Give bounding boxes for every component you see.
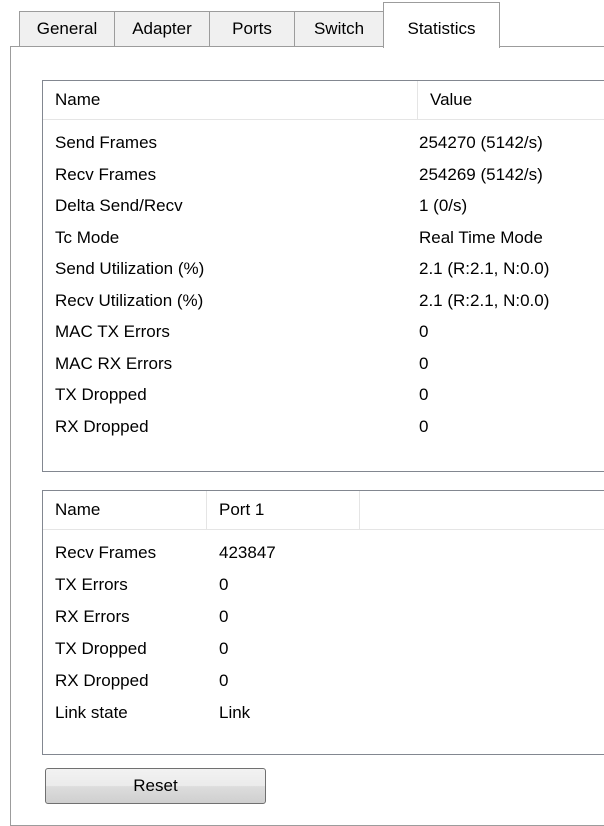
tab-general[interactable]: General <box>19 11 115 46</box>
table-row[interactable]: MAC RX Errors 0 <box>43 349 604 379</box>
tab-label: General <box>36 19 98 38</box>
tab-ports[interactable]: Ports <box>209 11 295 46</box>
row-value: 2.1 (R:2.1, N:0.0) <box>419 290 550 310</box>
row-name: Recv Utilization (%) <box>55 290 204 310</box>
row-value: 0 <box>419 353 429 373</box>
table-row[interactable]: Tc Mode Real Time Mode <box>43 223 604 253</box>
column-header-name[interactable]: Name <box>43 81 418 119</box>
table-row[interactable]: TX Errors 0 <box>43 570 604 600</box>
row-name: Delta Send/Recv <box>55 196 183 215</box>
tab-statistics[interactable]: Statistics <box>383 2 500 48</box>
table-row[interactable]: TX Dropped 0 <box>43 634 604 664</box>
table-row[interactable]: MAC TX Errors 0 <box>43 317 604 347</box>
table-row[interactable]: Delta Send/Recv 1 (0/s) <box>43 191 604 221</box>
tab-switch[interactable]: Switch <box>294 11 384 46</box>
row-value: Link <box>219 703 251 722</box>
row-value: 0 <box>419 416 429 436</box>
statistics-list[interactable]: Name Value Send Frames 254270 (5142/s) Rec… <box>42 80 604 472</box>
row-value: Real Time Mode <box>419 227 543 247</box>
row-value: 0 <box>419 385 429 404</box>
reset-button[interactable]: Reset <box>45 768 266 804</box>
column-header-name[interactable]: Name <box>43 491 207 529</box>
row-name: MAC TX Errors <box>55 322 170 341</box>
row-value: 254270 (5142/s) <box>419 133 543 152</box>
row-name: RX Errors <box>55 607 130 626</box>
row-name: Recv Frames <box>55 543 157 562</box>
row-value: 0 <box>219 639 229 658</box>
table-row[interactable]: Send Frames 254270 (5142/s) <box>43 128 604 158</box>
row-name: Link state <box>55 703 128 722</box>
row-value: 0 <box>419 322 429 341</box>
row-name: Send Frames <box>55 133 158 152</box>
row-name: RX Dropped <box>55 671 149 690</box>
row-name: RX Dropped <box>55 416 149 436</box>
row-name: TX Dropped <box>55 385 147 404</box>
column-header-value[interactable]: Value <box>418 81 604 119</box>
table-row[interactable]: RX Dropped 0 <box>43 412 604 442</box>
list-header: Name Value <box>43 81 604 120</box>
table-row[interactable]: RX Errors 0 <box>43 602 604 632</box>
row-value: 2.1 (R:2.1, N:0.0) <box>419 259 550 278</box>
row-value: 0 <box>219 575 229 594</box>
table-row[interactable]: Recv Frames 254269 (5142/s) <box>43 160 604 190</box>
row-value: 423847 <box>219 543 276 562</box>
row-name: TX Dropped <box>55 639 147 658</box>
tab-label: Ports <box>232 19 272 38</box>
table-row[interactable]: TX Dropped 0 <box>43 380 604 410</box>
row-value: 254269 (5142/s) <box>419 164 543 184</box>
row-value: 0 <box>219 671 229 690</box>
tab-label: Switch <box>313 19 365 38</box>
list-header: Name Port 1 <box>43 491 604 530</box>
table-row[interactable]: Send Utilization (%) 2.1 (R:2.1, N:0.0) <box>43 254 604 284</box>
table-row[interactable]: RX Dropped 0 <box>43 666 604 696</box>
row-name: TX Errors <box>55 575 128 594</box>
tab-label: Adapter <box>132 19 192 38</box>
row-name: Send Utilization (%) <box>55 259 205 278</box>
table-row[interactable]: Link state Link <box>43 698 604 728</box>
table-row[interactable]: Recv Frames 423847 <box>43 538 604 568</box>
row-value: 1 (0/s) <box>419 196 468 215</box>
tab-label: Statistics <box>407 19 476 38</box>
column-header-port1[interactable]: Port 1 <box>207 491 360 529</box>
port-list[interactable]: Name Port 1 Recv Frames 423847 TX Errors 0 R… <box>42 490 604 755</box>
column-header-empty <box>360 491 604 529</box>
tab-adapter[interactable]: Adapter <box>114 11 210 46</box>
tab-strip: General Adapter Ports Switch Statistics <box>0 0 604 48</box>
row-name: Tc Mode <box>55 227 120 247</box>
row-name: MAC RX Errors <box>55 353 173 373</box>
row-name: Recv Frames <box>55 164 157 184</box>
row-value: 0 <box>219 607 229 626</box>
table-row[interactable]: Recv Utilization (%) 2.1 (R:2.1, N:0.0) <box>43 286 604 316</box>
